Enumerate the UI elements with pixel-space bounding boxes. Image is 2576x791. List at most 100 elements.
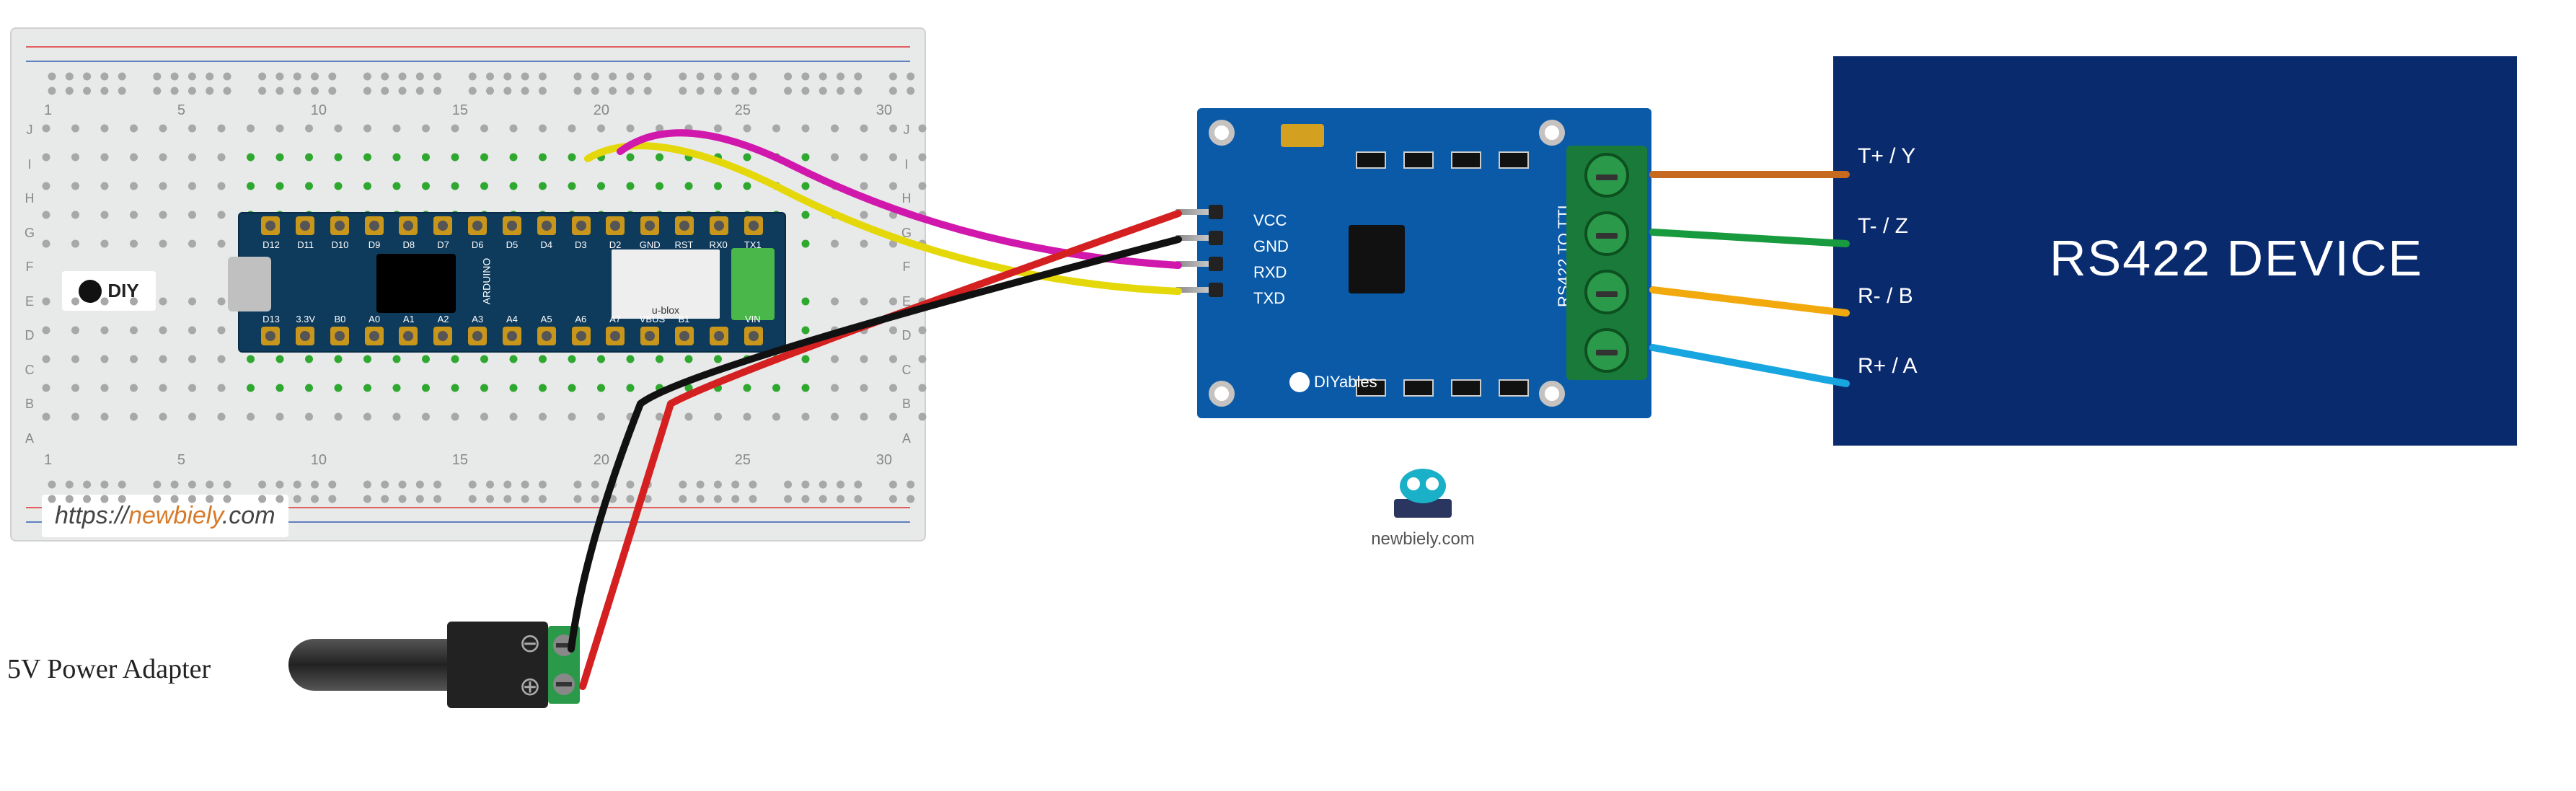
pin-label: A2 bbox=[433, 314, 454, 325]
diyables-logo: DIY bbox=[62, 271, 156, 311]
arduino-pin bbox=[744, 327, 763, 345]
power-adapter-label: 5V Power Adapter bbox=[7, 653, 211, 685]
pin-label: D10 bbox=[330, 239, 350, 251]
arduino-pin bbox=[365, 216, 384, 235]
module-logo: DIYables bbox=[1289, 372, 1377, 392]
pin-label: A1 bbox=[399, 314, 419, 325]
newbiely-text: newbiely.com bbox=[1369, 529, 1477, 549]
pin-label: GND bbox=[640, 239, 660, 251]
diyables-text: DIY bbox=[107, 280, 138, 302]
jack-screw-terminals bbox=[548, 626, 580, 704]
label-txd: TXD bbox=[1253, 286, 1289, 311]
pin-label: A5 bbox=[537, 314, 557, 325]
newbiely-logo: newbiely.com bbox=[1369, 469, 1477, 549]
rs422-to-ttl-module: VCC GND RXD TXD RS422 TO TTL DIYables bbox=[1197, 108, 1651, 418]
arduino-pin bbox=[675, 327, 694, 345]
mount-hole bbox=[1209, 381, 1235, 407]
power-rail-top-neg bbox=[26, 61, 910, 62]
usb-connector bbox=[228, 257, 271, 311]
label-rxd: RXD bbox=[1253, 260, 1289, 286]
pin-label: D11 bbox=[296, 239, 316, 251]
screw-pos bbox=[553, 635, 575, 656]
screw-neg bbox=[553, 673, 575, 695]
pin-label: D5 bbox=[502, 239, 522, 251]
pin-label: D6 bbox=[467, 239, 488, 251]
arduino-pin bbox=[296, 327, 314, 345]
pin-label: A7 bbox=[605, 314, 625, 325]
pin-label: B1 bbox=[674, 314, 694, 325]
pin-label: A0 bbox=[364, 314, 384, 325]
wire-b-to-t-minus-green bbox=[1653, 232, 1846, 244]
owl-icon bbox=[1390, 469, 1455, 523]
pin-label: D13 bbox=[261, 314, 281, 325]
power-rail-top-pos bbox=[26, 46, 910, 48]
ttl-header bbox=[1175, 209, 1212, 293]
arduino-pin bbox=[330, 216, 349, 235]
pin-label: TX1 bbox=[743, 239, 763, 251]
arduino-pin bbox=[468, 327, 487, 345]
capacitor bbox=[1281, 124, 1324, 147]
pin-label bbox=[708, 314, 728, 325]
terminal-z bbox=[1584, 270, 1629, 314]
arduino-pin bbox=[744, 216, 763, 235]
mcu-chip bbox=[376, 254, 456, 313]
pin-label: D9 bbox=[364, 239, 384, 251]
pin-r-plus: R+ / A bbox=[1858, 331, 1918, 401]
arduino-pin bbox=[433, 216, 452, 235]
module-logo-text: DIYables bbox=[1314, 373, 1377, 392]
terminal-y bbox=[1584, 328, 1629, 373]
arduino-pin bbox=[640, 327, 659, 345]
breadboard-link: https://newbiely.com bbox=[42, 495, 288, 537]
diodes-top bbox=[1356, 151, 1543, 173]
pin-label: D4 bbox=[537, 239, 557, 251]
ttl-pin-vcc bbox=[1175, 209, 1212, 215]
pin-label: VBUS bbox=[640, 314, 660, 325]
mount-hole bbox=[1539, 120, 1565, 146]
arduino-pin bbox=[537, 327, 556, 345]
arduino-pin bbox=[640, 216, 659, 235]
polarity-minus-icon: ⊕ bbox=[519, 671, 541, 702]
link-suffix: .com bbox=[222, 502, 275, 529]
rs422-device-title: RS422 DEVICE bbox=[2050, 229, 2423, 287]
link-prefix: https:// bbox=[55, 502, 128, 529]
wire-y-to-r-plus-cyan bbox=[1653, 348, 1846, 384]
pin-t-plus: T+ / Y bbox=[1858, 121, 1918, 191]
breadboard-col-numbers-top: 1 5 10 15 20 25 30 bbox=[44, 102, 892, 117]
pin-label: D7 bbox=[433, 239, 454, 251]
pin-r-minus: R- / B bbox=[1858, 261, 1918, 331]
terminal-a bbox=[1584, 153, 1629, 198]
arduino-pin bbox=[296, 216, 314, 235]
arduino-pin bbox=[399, 216, 418, 235]
pin-label: D8 bbox=[399, 239, 419, 251]
ttl-labels: VCC GND RXD TXD bbox=[1253, 208, 1289, 311]
arduino-pin bbox=[572, 216, 591, 235]
arduino-pin bbox=[710, 216, 728, 235]
arduino-pin bbox=[261, 216, 280, 235]
dc-barrel-jack: ⊖ ⊕ bbox=[288, 622, 577, 708]
arduino-pin bbox=[572, 327, 591, 345]
arduino-brand: ARDUINO bbox=[480, 258, 492, 305]
terminal-b bbox=[1584, 211, 1629, 256]
pin-label: D12 bbox=[261, 239, 281, 251]
arduino-header-bot bbox=[261, 327, 763, 348]
ic-chip bbox=[1349, 225, 1405, 293]
arduino-pin bbox=[537, 216, 556, 235]
arduino-pin bbox=[675, 216, 694, 235]
arduino-pin bbox=[399, 327, 418, 345]
wire-z-to-r-minus-orange bbox=[1653, 290, 1846, 313]
pin-label: A6 bbox=[570, 314, 591, 325]
pin-label: RST bbox=[674, 239, 694, 251]
arduino-header-top bbox=[261, 216, 763, 238]
arduino-pin bbox=[503, 327, 521, 345]
arduino-pin bbox=[261, 327, 280, 345]
pin-label: D3 bbox=[570, 239, 591, 251]
arduino-pin bbox=[433, 327, 452, 345]
arduino-pin bbox=[503, 216, 521, 235]
arduino-pin bbox=[606, 327, 625, 345]
pin-label: RX0 bbox=[708, 239, 728, 251]
pin-label: A4 bbox=[502, 314, 522, 325]
arduino-labels-top: D12D11D10D9D8D7D6D5D4D3D2GNDRSTRX0TX1 bbox=[261, 239, 763, 251]
polarity-plus-icon: ⊖ bbox=[519, 628, 541, 658]
arduino-pin bbox=[606, 216, 625, 235]
arduino-labels-bot: D133.3VB0A0A1A2A3A4A5A6A7VBUSB1VIN bbox=[261, 314, 763, 325]
